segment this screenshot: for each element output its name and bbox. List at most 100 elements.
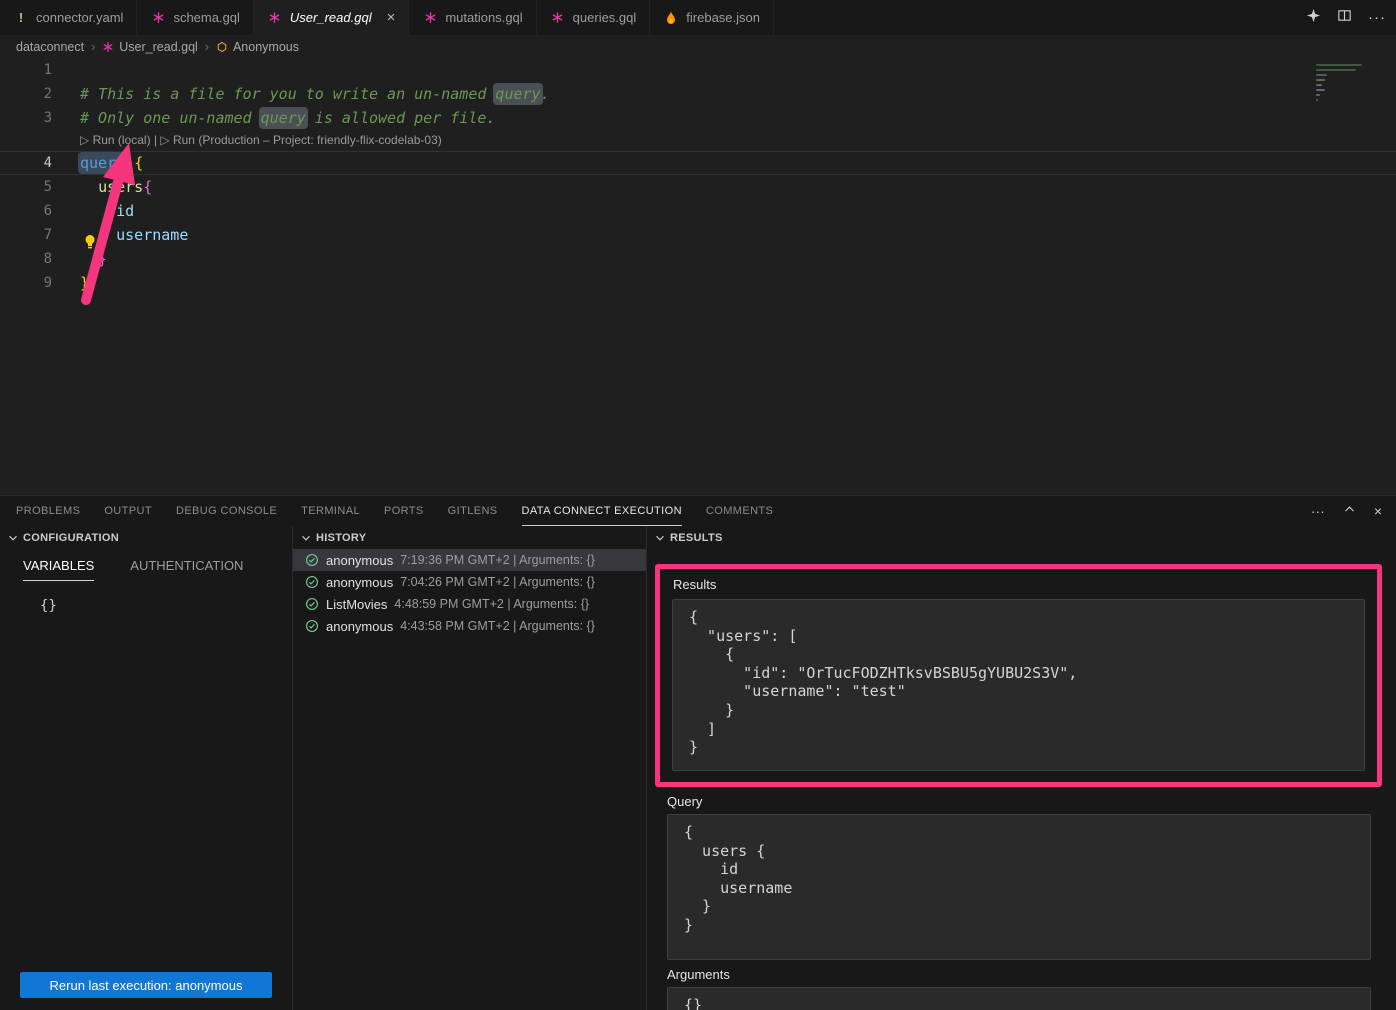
graphql-file-icon: [150, 11, 166, 24]
field-id: id: [80, 202, 134, 220]
panel-tab-debug-console[interactable]: DEBUG CONSOLE: [176, 496, 277, 526]
code-line-1[interactable]: 1: [0, 58, 1396, 82]
split-editor-icon[interactable]: [1337, 8, 1352, 28]
panel-tab-problems[interactable]: PROBLEMS: [16, 496, 80, 526]
symbol-icon: [216, 41, 228, 53]
line-number: 7: [0, 223, 52, 247]
tab-firebase-json[interactable]: firebase.json: [650, 0, 774, 35]
tab-authentication[interactable]: AUTHENTICATION: [130, 558, 243, 581]
breadcrumb-symbol[interactable]: Anonymous: [216, 40, 299, 54]
yaml-warning-icon: !: [13, 10, 29, 25]
editor-tab-bar: ! connector.yaml schema.gql User_read.gq…: [0, 0, 1396, 35]
panel-tab-ports[interactable]: PORTS: [384, 496, 424, 526]
close-tab-icon[interactable]: ×: [387, 10, 396, 25]
open-brace: {: [143, 178, 152, 196]
arguments-output[interactable]: {}: [667, 987, 1371, 1010]
history-item[interactable]: anonymous 7:04:26 PM GMT+2 | Arguments: …: [293, 571, 646, 593]
history-name: anonymous: [326, 553, 393, 568]
line-number: 2: [0, 82, 52, 106]
firebase-flame-icon: [663, 11, 679, 25]
tab-connector-yaml[interactable]: ! connector.yaml: [0, 0, 137, 35]
field-users: users: [98, 178, 143, 196]
check-circle-icon: [305, 597, 319, 611]
panel-maximize-icon[interactable]: [1343, 503, 1356, 519]
chevron-down-icon: [299, 531, 313, 545]
tab-schema-gql[interactable]: schema.gql: [137, 0, 253, 35]
check-circle-icon: [305, 553, 319, 567]
tab-user-read-gql[interactable]: User_read.gql ×: [254, 0, 409, 35]
history-item[interactable]: anonymous 7:19:36 PM GMT+2 | Arguments: …: [293, 549, 646, 571]
code-line-4[interactable]: 4 query {: [0, 151, 1396, 175]
run-production-link[interactable]: ▷ Run (Production – Project: friendly-fl…: [160, 133, 441, 147]
history-header[interactable]: HISTORY: [293, 526, 646, 549]
tab-mutations-gql[interactable]: mutations.gql: [409, 0, 536, 35]
space: [125, 154, 134, 172]
tab-label: schema.gql: [173, 10, 239, 25]
history-item[interactable]: anonymous 4:43:58 PM GMT+2 | Arguments: …: [293, 615, 646, 637]
annotation-highlight-box: Results { "users": [ { "id": "OrTucFODZH…: [655, 564, 1382, 787]
tab-label: connector.yaml: [36, 10, 123, 25]
query-label: Query: [667, 794, 1396, 809]
open-brace: {: [134, 154, 143, 172]
graphql-file-icon: [102, 41, 114, 53]
tab-queries-gql[interactable]: queries.gql: [537, 0, 651, 35]
panel-close-icon[interactable]: ×: [1374, 503, 1382, 519]
configuration-section: CONFIGURATION VARIABLES AUTHENTICATION {…: [0, 526, 293, 1010]
panel-tab-data-connect-execution[interactable]: DATA CONNECT EXECUTION: [522, 496, 682, 526]
close-brace: }: [80, 274, 89, 292]
chevron-down-icon: [653, 531, 667, 545]
results-header[interactable]: RESULTS: [647, 526, 1396, 549]
code-line-3[interactable]: 3 # Only one un-named query is allowed p…: [0, 106, 1396, 130]
breadcrumb-folder[interactable]: dataconnect: [16, 40, 84, 54]
panel-tab-terminal[interactable]: TERMINAL: [301, 496, 360, 526]
results-output[interactable]: { "users": [ { "id": "OrTucFODZHTksvBSBU…: [672, 599, 1365, 771]
more-actions-icon[interactable]: ···: [1368, 9, 1386, 26]
breadcrumb-file[interactable]: User_read.gql: [102, 40, 198, 54]
configuration-header[interactable]: CONFIGURATION: [0, 526, 292, 549]
history-item[interactable]: ListMovies 4:48:59 PM GMT+2 | Arguments:…: [293, 593, 646, 615]
history-meta: 4:48:59 PM GMT+2 | Arguments: {}: [394, 597, 589, 611]
rerun-last-execution-button[interactable]: Rerun last execution: anonymous: [20, 972, 272, 998]
tab-label: firebase.json: [686, 10, 760, 25]
graphql-file-icon: [422, 11, 438, 24]
indent: [80, 178, 98, 196]
panel-tab-output[interactable]: OUTPUT: [104, 496, 152, 526]
highlighted-word: query: [495, 85, 540, 103]
history-meta: 7:19:36 PM GMT+2 | Arguments: {}: [400, 553, 595, 567]
history-name: ListMovies: [326, 597, 387, 612]
chevron-down-icon: [6, 531, 20, 545]
keyword-query: query: [80, 154, 125, 172]
sparkle-icon[interactable]: [1306, 8, 1321, 28]
breadcrumb-separator: ›: [205, 40, 209, 54]
history-section: HISTORY anonymous 7:19:36 PM GMT+2 | Arg…: [293, 526, 647, 1010]
code-editor[interactable]: 1 2 # This is a file for you to write an…: [0, 58, 1396, 495]
query-output[interactable]: { users { id username } }: [667, 814, 1371, 960]
code-line-2[interactable]: 2 # This is a file for you to write an u…: [0, 82, 1396, 106]
run-local-link[interactable]: ▷ Run (local): [80, 133, 151, 147]
panel-tab-gitlens[interactable]: GITLENS: [448, 496, 498, 526]
history-name: anonymous: [326, 575, 393, 590]
code-line-5[interactable]: 5 users{: [0, 175, 1396, 199]
tab-variables[interactable]: VARIABLES: [23, 558, 94, 581]
history-name: anonymous: [326, 619, 393, 634]
code-line-8[interactable]: 8 }: [0, 247, 1396, 271]
arguments-label: Arguments: [667, 967, 1396, 982]
line-number: 1: [0, 58, 52, 82]
check-circle-icon: [305, 575, 319, 589]
bottom-panel: PROBLEMS OUTPUT DEBUG CONSOLE TERMINAL P…: [0, 495, 1396, 1010]
comment-text: # This is a file for you to write an un-…: [80, 85, 495, 103]
panel-tab-comments[interactable]: COMMENTS: [706, 496, 773, 526]
panel-tab-bar: PROBLEMS OUTPUT DEBUG CONSOLE TERMINAL P…: [0, 496, 1396, 526]
code-line-9[interactable]: 9 }: [0, 271, 1396, 295]
editor-actions: ···: [1306, 0, 1386, 35]
comment-text: .: [541, 85, 550, 103]
line-number: 3: [0, 106, 52, 130]
line-number: 4: [0, 152, 52, 174]
minimap[interactable]: [1316, 64, 1376, 104]
panel-more-icon[interactable]: ···: [1311, 503, 1325, 519]
history-meta: 4:43:58 PM GMT+2 | Arguments: {}: [400, 619, 595, 633]
code-line-7[interactable]: 7 username: [0, 223, 1396, 247]
code-line-6[interactable]: 6 id: [0, 199, 1396, 223]
variables-value[interactable]: {}: [40, 598, 292, 614]
lightbulb-icon[interactable]: [83, 234, 97, 253]
